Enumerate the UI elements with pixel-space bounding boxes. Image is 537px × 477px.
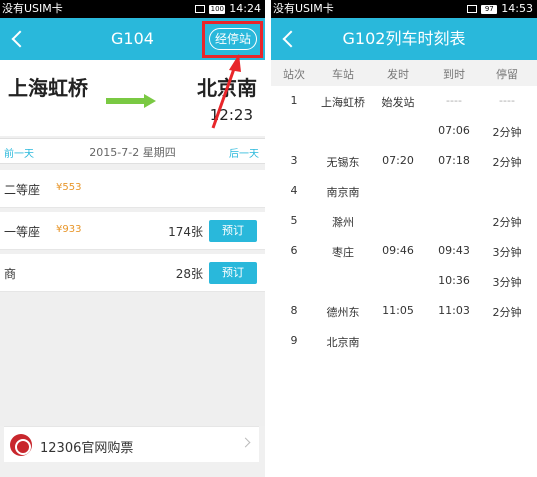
table-cell: 上海虹桥: [321, 96, 365, 109]
table-cell: 1: [290, 94, 298, 107]
table-cell: 3分钟: [492, 276, 522, 289]
battery-icon: 100: [209, 4, 226, 14]
clock: 14:53: [501, 2, 533, 15]
table-cell: ----: [499, 94, 515, 107]
timetable-header: 站次 车站 发时 到时 停留: [271, 60, 537, 86]
seat-price: ¥553: [56, 182, 82, 193]
seat-class: 二等座: [4, 183, 41, 197]
table-cell: 枣庄: [332, 246, 354, 259]
table-cell: 09:43: [438, 244, 470, 257]
table-cell: 07:20: [382, 154, 414, 167]
screenshot-composite: 没有USIM卡 100 14:24 G104 经停站 上海虹桥 北京南 12:2…: [0, 0, 537, 477]
table-cell: 无锡东: [326, 156, 360, 169]
battery-icon: 97: [481, 4, 498, 14]
seat-row: 一等座 ¥933 174张 预订: [0, 212, 265, 250]
table-cell: 3分钟: [492, 246, 522, 259]
book-button[interactable]: 预订: [209, 262, 257, 284]
direction-arrow-icon: [106, 94, 156, 108]
clock: 14:24: [229, 2, 261, 15]
table-cell: 2分钟: [492, 156, 522, 169]
table-row: 5 滁州 2分钟: [271, 210, 537, 240]
carrier-label: 没有USIM卡: [273, 2, 334, 15]
table-cell: 始发站: [381, 96, 415, 109]
table-row: 3 无锡东 07:20 07:18 2分钟: [271, 150, 537, 180]
table-cell: 3: [290, 154, 298, 167]
ticket-count: 174张: [168, 225, 203, 239]
seat-row: 商 28张 预订: [0, 254, 265, 292]
table-cell: 北京南: [326, 336, 360, 349]
status-bar: 没有USIM卡 100 14:24: [0, 0, 265, 18]
seat-row: 二等座 ¥553: [0, 170, 265, 208]
table-cell: 2分钟: [492, 216, 522, 229]
seat-class: 商: [4, 267, 17, 281]
book-button[interactable]: 预订: [209, 220, 257, 242]
train-detail-screen: 没有USIM卡 100 14:24 G104 经停站 上海虹桥 北京南 12:2…: [0, 0, 265, 477]
col-header: 到时: [443, 68, 465, 81]
seat-class: 一等座: [4, 225, 41, 239]
ticket-count: 28张: [175, 267, 203, 281]
table-cell: 南京南: [326, 186, 360, 199]
table-cell: 07:06: [438, 124, 470, 137]
purchase-label: 12306官网购票: [40, 441, 134, 456]
annotation-arrow-icon: [211, 54, 241, 129]
official-purchase-link[interactable]: 12306官网购票: [4, 426, 259, 462]
table-cell: 2分钟: [492, 306, 522, 319]
table-cell: 11:03: [438, 304, 470, 317]
table-row: 1 上海虹桥 始发站 ---- ----: [271, 90, 537, 120]
status-bar: 没有USIM卡 97 14:53: [271, 0, 537, 18]
table-cell: ----: [446, 94, 462, 107]
next-day-link[interactable]: 后一天: [229, 145, 259, 160]
table-row: 8 德州东 11:05 11:03 2分钟: [271, 300, 537, 330]
table-row: 6 枣庄 09:46 09:43 3分钟: [271, 240, 537, 270]
chevron-right-icon: [240, 437, 251, 448]
col-header: 车站: [332, 68, 354, 81]
table-cell: 09:46: [382, 244, 414, 257]
table-cell: 07:18: [438, 154, 470, 167]
seat-price: ¥933: [56, 224, 82, 235]
page-title: G102列车时刻表: [342, 29, 466, 48]
table-cell: 9: [290, 334, 298, 347]
table-cell: 2分钟: [492, 126, 522, 139]
col-header: 站次: [283, 68, 305, 81]
wifi-icon: [467, 5, 478, 13]
wifi-icon: [195, 5, 206, 13]
table-cell: 5: [290, 214, 298, 227]
col-header: 停留: [496, 68, 518, 81]
carrier-label: 没有USIM卡: [2, 2, 63, 15]
empty-area: [0, 292, 265, 426]
table-cell: 滁州: [332, 216, 354, 229]
railway-logo-icon: [10, 434, 32, 456]
table-cell: 11:05: [382, 304, 414, 317]
table-cell: 4: [290, 184, 298, 197]
table-row: 4 南京南: [271, 180, 537, 210]
table-cell: 6: [290, 244, 298, 257]
timetable-screen: 没有USIM卡 97 14:53 G102列车时刻表 站次 车站 发时 到时 停…: [271, 0, 537, 477]
table-row: 07:06 2分钟: [271, 120, 537, 150]
table-cell: 8: [290, 304, 298, 317]
table-cell: 德州东: [326, 306, 360, 319]
title-bar: G102列车时刻表: [271, 18, 537, 60]
table-cell: 10:36: [438, 274, 470, 287]
departure-station: 上海虹桥: [8, 76, 88, 100]
travel-date[interactable]: 2015-7-2 星期四: [0, 144, 265, 160]
col-header: 发时: [387, 68, 409, 81]
table-row: 9 北京南: [271, 330, 537, 360]
date-bar: 前一天 2015-7-2 星期四 后一天: [0, 138, 265, 164]
table-row: 10:36 3分钟: [271, 270, 537, 300]
